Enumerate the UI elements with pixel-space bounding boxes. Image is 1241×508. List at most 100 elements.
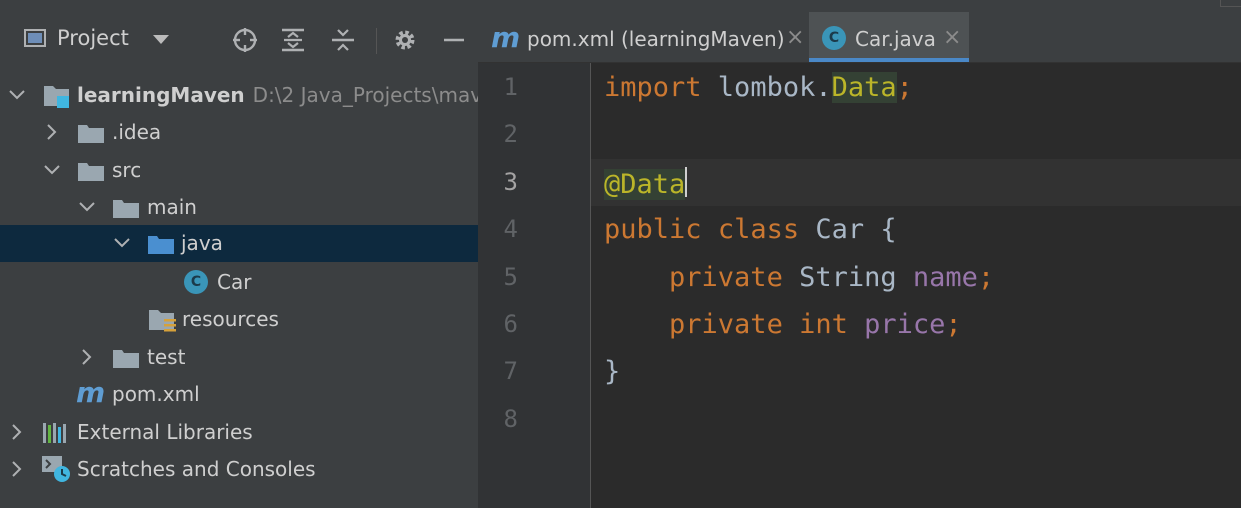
- tree-item-pom[interactable]: m pom.xml: [0, 376, 478, 413]
- keyword-private: private: [669, 309, 783, 340]
- keyword-public: public: [604, 214, 702, 245]
- tree-item-src[interactable]: src: [0, 152, 478, 189]
- project-panel: Project learningMaven D:\2 Java_Projects…: [0, 12, 507, 508]
- line-number: 4: [503, 215, 518, 243]
- tree-item-label: learningMaven: [77, 83, 245, 107]
- code-line-4: public class Car {: [604, 214, 897, 245]
- chevron-right-icon[interactable]: [7, 459, 27, 479]
- tree-item-main[interactable]: main: [0, 189, 478, 226]
- toolbar-divider: [376, 28, 377, 54]
- code-line-7: }: [604, 356, 620, 387]
- module-folder-icon: [44, 86, 69, 108]
- text-caret: [685, 167, 688, 197]
- chevron-right-icon[interactable]: [77, 347, 97, 367]
- line-number: 2: [503, 120, 518, 148]
- chevron-down-icon[interactable]: [7, 85, 27, 105]
- chevron-down-icon[interactable]: [153, 35, 169, 44]
- module-path: D:\2 Java_Projects\maven: [252, 83, 508, 107]
- code-line-6: private int price;: [604, 309, 962, 340]
- java-class-icon: C: [184, 270, 208, 294]
- closing-brace: }: [604, 356, 621, 387]
- annotation: @Data: [604, 169, 686, 200]
- line-number: 5: [503, 263, 518, 291]
- tab-label: Car.java: [855, 27, 936, 51]
- expand-all-icon[interactable]: [280, 27, 306, 53]
- chevron-right-icon[interactable]: [7, 422, 27, 442]
- imported-class: Data: [831, 72, 897, 103]
- field-name: price: [864, 309, 946, 340]
- tree-item-label: test: [147, 345, 186, 369]
- scratches-icon: [42, 456, 70, 482]
- line-number: 7: [503, 357, 518, 385]
- class-declaration: Car {: [799, 214, 897, 245]
- code-line-5: private String name;: [604, 262, 994, 293]
- maven-icon: m: [491, 21, 521, 54]
- editor-panel: m pom.xml (learningMaven) × C Car.java ×…: [478, 12, 1241, 508]
- close-icon[interactable]: ×: [943, 25, 961, 50]
- title-bar-strip: [0, 0, 1241, 12]
- tree-item-external-libraries[interactable]: External Libraries: [0, 414, 478, 451]
- line-number: 1: [503, 73, 518, 101]
- keyword-class: class: [717, 214, 800, 245]
- folder-icon: [113, 350, 139, 368]
- semicolon: ;: [896, 72, 913, 103]
- project-window-icon: [24, 29, 46, 47]
- close-icon[interactable]: ×: [786, 25, 804, 50]
- code-area[interactable]: import lombok.Data; @Data public class C…: [591, 63, 1241, 508]
- chevron-right-icon[interactable]: [42, 122, 62, 142]
- folder-icon: [113, 200, 139, 218]
- package-name: lombok.: [701, 72, 832, 103]
- tree-item-label: resources: [182, 307, 279, 331]
- semicolon: ;: [977, 262, 995, 293]
- type-name: String: [782, 262, 913, 293]
- field-name: name: [912, 262, 978, 293]
- tab-pom-xml[interactable]: m pom.xml (learningMaven) ×: [478, 12, 808, 62]
- chevron-down-icon[interactable]: [112, 233, 132, 253]
- active-tab-indicator: [809, 58, 969, 62]
- tree-item-label: java: [181, 231, 223, 255]
- gear-icon[interactable]: [392, 27, 418, 53]
- tree-item-label: Scratches and Consoles: [77, 457, 316, 481]
- tree-item-label: main: [147, 195, 197, 219]
- tree-item-car[interactable]: C Car: [0, 264, 478, 301]
- line-number-gutter[interactable]: 1 2 3 4 5 6 7 8: [478, 63, 591, 508]
- minimize-icon[interactable]: [441, 27, 467, 53]
- tree-item-label: src: [112, 158, 142, 182]
- tree-item-scratches[interactable]: Scratches and Consoles: [0, 451, 478, 488]
- tree-item-label: .idea: [112, 120, 162, 144]
- tree-item-idea[interactable]: .idea: [0, 114, 478, 151]
- primitive-type: int: [799, 309, 848, 340]
- tab-label: pom.xml (learningMaven): [527, 27, 785, 51]
- window-control[interactable]: [1220, 0, 1241, 7]
- tree-item-learningmaven[interactable]: learningMaven D:\2 Java_Projects\maven: [0, 77, 507, 114]
- tree-item-java[interactable]: java: [0, 225, 478, 262]
- java-class-icon: C: [822, 26, 846, 50]
- project-title[interactable]: Project: [57, 26, 129, 50]
- line-number: 6: [503, 310, 518, 338]
- maven-icon: m: [76, 376, 106, 409]
- line-number: 8: [503, 405, 518, 433]
- tree-item-label: External Libraries: [77, 420, 253, 444]
- project-toolbar: Project: [0, 12, 478, 64]
- resources-folder-icon: [149, 310, 176, 332]
- editor-tabs: m pom.xml (learningMaven) × C Car.java ×: [478, 12, 1241, 63]
- library-icon: [43, 423, 66, 443]
- tree-item-label: pom.xml: [112, 382, 200, 406]
- collapse-all-icon[interactable]: [330, 27, 356, 53]
- chevron-down-icon[interactable]: [42, 160, 62, 180]
- tree-item-resources[interactable]: resources: [0, 301, 478, 338]
- code-line-1: import lombok.Data;: [604, 72, 913, 103]
- folder-icon: [78, 125, 104, 143]
- locate-file-icon[interactable]: [232, 27, 258, 53]
- chevron-down-icon[interactable]: [77, 197, 97, 217]
- code-line-3: @Data: [604, 167, 688, 200]
- folder-icon: [78, 163, 104, 181]
- tab-car-java[interactable]: C Car.java ×: [809, 12, 969, 62]
- current-line-highlight: [591, 159, 1241, 206]
- tree-item-test[interactable]: test: [0, 339, 478, 376]
- tree-item-label: Car: [217, 270, 252, 294]
- source-folder-icon: [148, 236, 174, 254]
- keyword-private: private: [669, 262, 783, 293]
- keyword-import: import: [604, 72, 702, 103]
- line-number: 3: [503, 168, 518, 196]
